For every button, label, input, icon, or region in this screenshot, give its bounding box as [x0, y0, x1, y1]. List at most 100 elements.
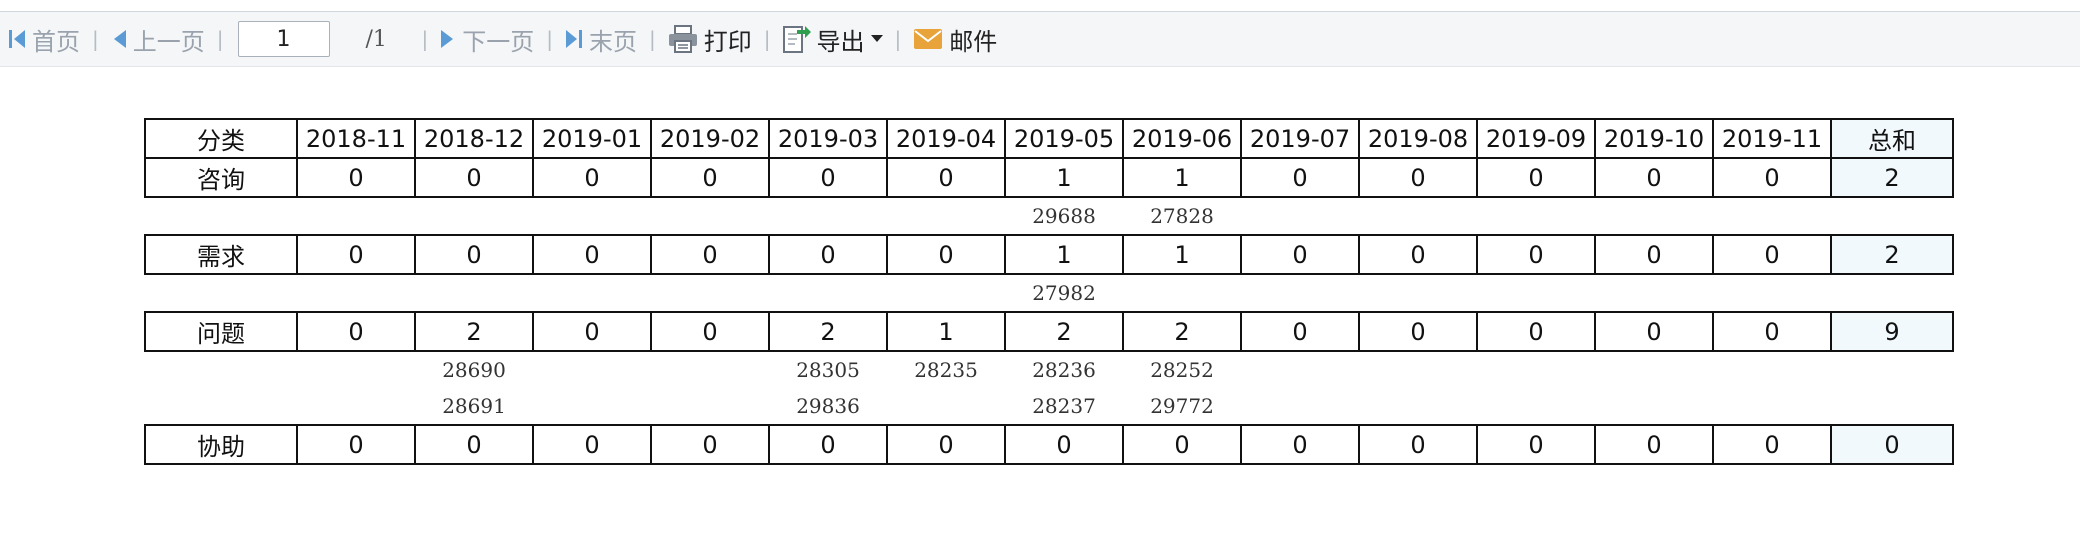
export-dropdown[interactable]: 导出 — [779, 19, 887, 59]
ticket-id-link[interactable]: 29688 — [1005, 197, 1123, 235]
toolbar-separator: | — [92, 27, 99, 51]
column-header-month: 2019-06 — [1122, 118, 1242, 159]
count-cell: 0 — [1476, 157, 1596, 198]
count-cell: 1 — [1122, 234, 1242, 275]
table-row: 需求 0 0 0 0 0 0 1 1 0 0 0 0 0 2 — [144, 234, 1954, 275]
column-header-month: 2019-07 — [1240, 118, 1360, 159]
ticket-id-link[interactable]: 28305 — [769, 351, 887, 388]
ticket-id-empty — [1477, 274, 1595, 312]
ticket-id-row: 28691 29836 28237 29772 — [145, 388, 1953, 425]
column-header-month: 2019-08 — [1358, 118, 1478, 159]
count-cell: 0 — [650, 157, 770, 198]
next-page-icon — [441, 30, 454, 48]
count-cell: 0 — [1712, 424, 1832, 465]
ticket-id-link[interactable]: 28236 — [1005, 351, 1123, 388]
ticket-id-empty — [415, 274, 533, 312]
mail-button[interactable]: 邮件 — [909, 19, 1001, 59]
export-icon — [782, 26, 811, 53]
ticket-id-empty — [297, 351, 415, 388]
prev-page-icon — [113, 30, 126, 48]
ticket-id-row: 28690 28305 28235 28236 28252 — [145, 351, 1953, 388]
printer-icon — [668, 25, 697, 53]
count-cell: 1 — [1122, 157, 1242, 198]
table-row: 协助 0 0 0 0 0 0 0 0 0 0 0 0 0 0 — [144, 424, 1954, 465]
ticket-id-row: 29688 27828 — [145, 197, 1953, 235]
export-label: 导出 — [816, 27, 865, 56]
ticket-id-spacer — [1831, 351, 1953, 388]
count-cell: 0 — [1358, 157, 1478, 198]
print-label: 打印 — [703, 27, 752, 56]
row-total-cell: 0 — [1830, 424, 1954, 465]
last-page-button[interactable]: 末页 — [561, 19, 641, 59]
count-cell: 0 — [768, 234, 888, 275]
ticket-id-empty — [533, 351, 651, 388]
count-cell: 0 — [1712, 157, 1832, 198]
row-label: 问题 — [144, 311, 298, 352]
row-label: 咨询 — [144, 157, 298, 198]
count-cell: 0 — [650, 234, 770, 275]
ticket-id-empty — [1477, 197, 1595, 235]
ticket-id-empty — [769, 274, 887, 312]
ticket-id-empty — [1595, 351, 1713, 388]
column-header-total: 总和 — [1830, 118, 1954, 159]
ticket-id-link[interactable]: 27828 — [1123, 197, 1241, 235]
ticket-id-empty — [297, 197, 415, 235]
count-cell: 0 — [886, 234, 1006, 275]
ticket-id-empty — [297, 274, 415, 312]
count-cell: 0 — [1476, 234, 1596, 275]
ticket-id-empty — [1123, 274, 1241, 312]
column-header-month: 2019-04 — [886, 118, 1006, 159]
prev-page-label: 上一页 — [132, 27, 205, 56]
ticket-id-link[interactable]: 28690 — [415, 351, 533, 388]
ticket-id-spacer — [145, 351, 297, 388]
column-header-month: 2019-11 — [1712, 118, 1832, 159]
ticket-id-link[interactable]: 27982 — [1005, 274, 1123, 312]
prev-page-button[interactable]: 上一页 — [107, 19, 209, 59]
ticket-id-empty — [1241, 351, 1359, 388]
page-number-input[interactable] — [237, 21, 330, 57]
ticket-id-link[interactable]: 28691 — [415, 388, 533, 425]
ticket-id-link[interactable]: 29836 — [769, 388, 887, 425]
ticket-id-empty — [651, 351, 769, 388]
toolbar-separator: | — [649, 27, 656, 51]
report-area: 分类 2018-11 2018-12 2019-01 2019-02 2019-03 201… — [144, 118, 1954, 465]
ticket-id-link[interactable]: 28237 — [1005, 388, 1123, 425]
count-cell: 1 — [886, 311, 1006, 352]
count-cell: 0 — [1712, 311, 1832, 352]
row-label: 需求 — [144, 234, 298, 275]
ticket-id-empty — [1713, 351, 1831, 388]
ticket-id-spacer — [145, 388, 297, 425]
count-cell: 0 — [532, 424, 652, 465]
count-cell: 0 — [1476, 424, 1596, 465]
ticket-id-empty — [533, 197, 651, 235]
ticket-id-empty — [1713, 197, 1831, 235]
count-cell: 0 — [414, 424, 534, 465]
column-header-month: 2019-10 — [1594, 118, 1714, 159]
ticket-id-link[interactable]: 28252 — [1123, 351, 1241, 388]
count-cell: 0 — [296, 157, 416, 198]
toolbar-separator: | — [763, 27, 771, 51]
page-total-label: /1 — [365, 26, 387, 52]
ticket-id-empty — [887, 388, 1005, 425]
toolbar-separator: | — [421, 27, 429, 51]
column-header-month: 2019-01 — [532, 118, 652, 159]
ticket-id-empty — [533, 274, 651, 312]
ticket-id-link[interactable]: 28235 — [887, 351, 1005, 388]
count-cell: 0 — [1594, 311, 1714, 352]
column-header-month: 2019-05 — [1004, 118, 1124, 159]
first-page-button[interactable]: 首页 — [4, 19, 84, 59]
first-page-label: 首页 — [32, 27, 80, 56]
ticket-id-empty — [651, 388, 769, 425]
ticket-id-empty — [1359, 388, 1477, 425]
ticket-id-link[interactable]: 29772 — [1123, 388, 1241, 425]
count-cell: 0 — [1712, 234, 1832, 275]
count-cell: 0 — [414, 234, 534, 275]
next-page-button[interactable]: 下一页 — [436, 19, 538, 59]
ticket-id-empty — [1241, 197, 1359, 235]
ticket-id-empty — [297, 388, 415, 425]
count-cell: 0 — [1594, 157, 1714, 198]
print-button[interactable]: 打印 — [664, 19, 756, 59]
count-cell: 0 — [650, 424, 770, 465]
ticket-id-spacer — [1831, 388, 1953, 425]
count-cell: 0 — [1594, 424, 1714, 465]
